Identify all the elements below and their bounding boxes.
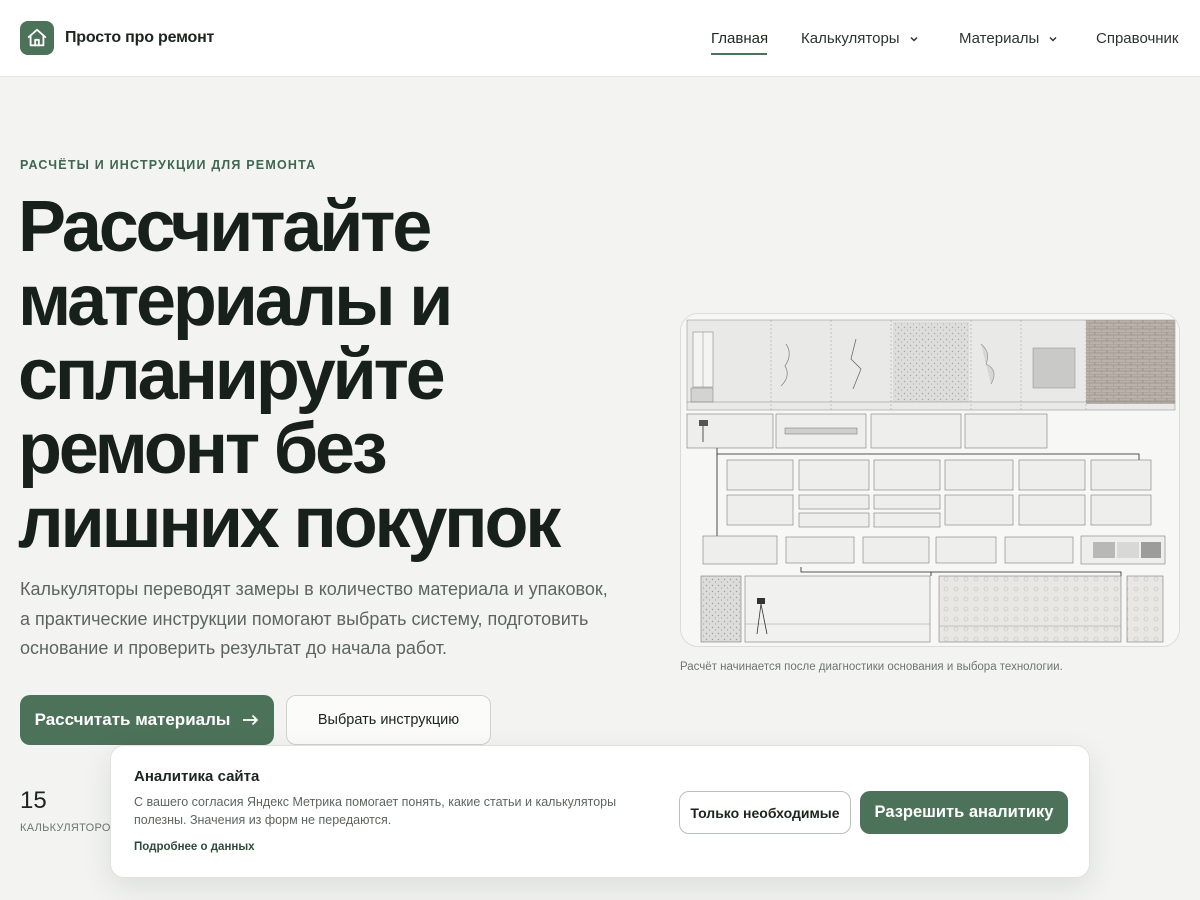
nav-item-calculators[interactable]: Калькуляторы: [801, 30, 919, 47]
hero-eyebrow: РАСЧЁТЫ И ИНСТРУКЦИИ ДЛЯ РЕМОНТА: [20, 158, 317, 172]
button-label: Выбрать инструкцию: [317, 712, 460, 728]
allow-analytics-button[interactable]: Разрешить аналитику: [860, 791, 1068, 834]
consent-text: С вашего согласия Яндекс Метрика помогае…: [134, 795, 617, 827]
button-label: Рассчитать материалы: [34, 710, 231, 729]
chevron-down-icon: [1049, 36, 1057, 42]
button-label: Разрешить аналитику: [874, 803, 1054, 821]
consent-title: Аналитика сайта: [134, 768, 260, 785]
renovation-flow-illustration: [680, 313, 1180, 647]
nav-item-materials[interactable]: Материалы: [959, 30, 1058, 47]
brand-name[interactable]: Просто про ремонт: [65, 29, 214, 47]
arrow-right-icon: [243, 714, 259, 726]
calculate-materials-button[interactable]: Рассчитать материалы: [20, 695, 274, 745]
nav-item-label: Справочник: [1096, 30, 1179, 47]
choose-instruction-button[interactable]: Выбрать инструкцию: [286, 695, 491, 745]
button-label: Только необходимые: [690, 804, 840, 821]
chevron-down-icon: [910, 36, 918, 42]
analytics-consent-banner: Аналитика сайта С вашего согласия Яндекс…: [110, 745, 1090, 878]
nav-active-underline: [711, 53, 767, 55]
headline-line: спланируйте: [18, 335, 446, 415]
nav-item-label: Калькуляторы: [801, 30, 900, 47]
stat-label: КАЛЬКУЛЯТОРОВ: [20, 822, 119, 834]
nav-item-label: Главная: [711, 30, 769, 47]
illustration-image: [681, 314, 1179, 646]
site-header: Просто про ремонт Главная Калькуляторы М…: [0, 0, 1200, 77]
headline-line: ремонт без: [18, 409, 388, 489]
hero-headline: Рассчитайте материалы и спланируйте ремо…: [18, 190, 618, 560]
headline-line: материалы и: [18, 261, 453, 341]
stat-value: 15: [20, 787, 47, 814]
data-details-link[interactable]: Подробнее о данных: [134, 841, 255, 853]
nav-item-label: Материалы: [959, 30, 1040, 47]
hero-lead: Калькуляторы переводят замеры в количест…: [20, 579, 608, 658]
illustration-caption: Расчёт начинается после диагностики осно…: [680, 661, 1063, 673]
house-icon[interactable]: [20, 21, 54, 55]
headline-line: Рассчитайте: [18, 187, 432, 267]
nav-item-reference[interactable]: Справочник: [1096, 30, 1179, 47]
headline-line: лишних покупок: [18, 483, 561, 563]
only-necessary-button[interactable]: Только необходимые: [679, 791, 851, 834]
nav-item-home[interactable]: Главная: [711, 30, 768, 47]
